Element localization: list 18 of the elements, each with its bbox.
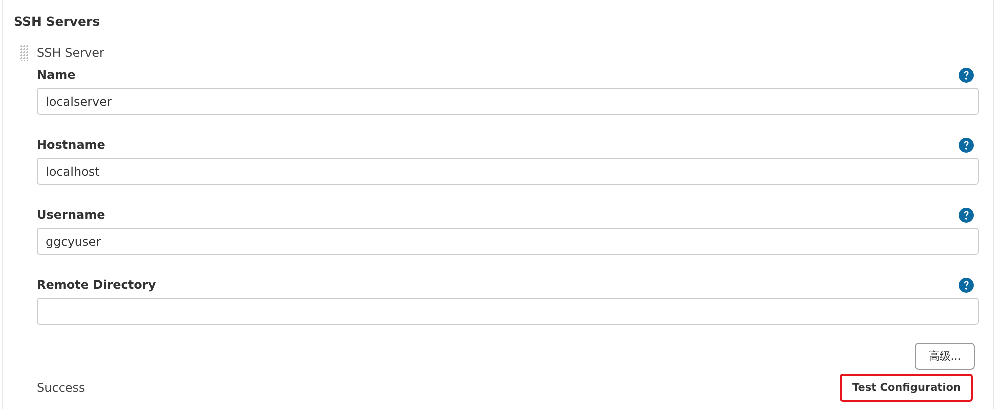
help-icon[interactable] [959,208,974,222]
text-field[interactable]: ggcyuser [37,228,979,255]
field-label: Remote Directory [37,278,156,292]
section-title: SSH Servers [14,14,102,31]
field-label: Name [37,68,76,82]
help-icon[interactable] [959,138,974,152]
test-configuration-button[interactable]: Test Configuration [840,374,973,402]
help-icon[interactable] [959,68,974,82]
text-field[interactable] [37,298,979,325]
help-icon[interactable] [959,278,974,292]
status-text: Success [37,381,86,395]
advanced-button[interactable]: 高级... [915,343,975,370]
drag-handle-icon[interactable] [20,45,29,61]
text-field[interactable]: localserver [37,88,979,115]
text-field[interactable]: localhost [37,158,979,185]
field-label: Hostname [37,138,106,152]
field-label: Username [37,208,106,222]
server-title: SSH Server [37,46,104,60]
